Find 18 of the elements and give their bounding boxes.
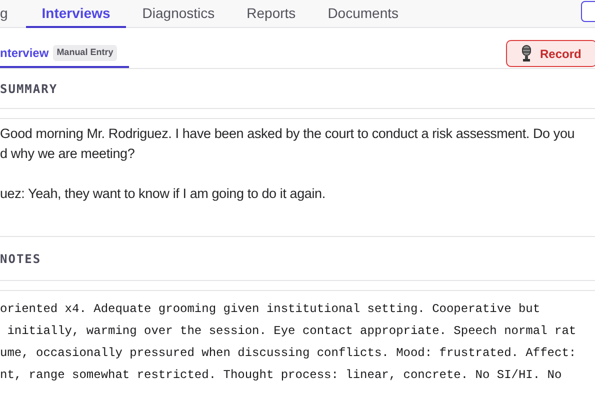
transcript-line: Good morning Mr. Rodriguez. I have been asked by the court to conduct a risk assessment. Do you (0, 125, 576, 143)
section-heading: SUMMARY (0, 80, 58, 98)
notes-line: initially, warming over the session. Eye contact appropriate. Speech normal rat (6, 323, 578, 340)
section-heading: NOTES (0, 250, 42, 268)
record-button[interactable]: Record (506, 40, 595, 67)
microphone-icon (521, 45, 532, 62)
badge: Manual Entry (52, 45, 118, 61)
tab[interactable]: Diagnostics (126, 0, 231, 28)
tab[interactable]: Documents (312, 0, 414, 28)
transcript-line: d why we are meeting? (0, 145, 136, 163)
tab[interactable]: Reports (230, 0, 312, 28)
tab[interactable]: nterview Manual Entry (0, 40, 130, 68)
transcript-line: uez: Yeah, they want to know if I am going to do it again. (0, 185, 326, 203)
tab[interactable]: g (0, 0, 26, 28)
notes-line: oriented x4. Adequate grooming given institutional setting. Cooperative but (0, 301, 542, 318)
tab[interactable]: Interviews (26, 0, 126, 28)
notes-line: nt, range somewhat restricted. Thought process: linear, concrete. No SI/HI. No (0, 367, 563, 384)
notes-line: ume, occasionally pressured when discussing conflicts. Mood: frustrated. Affect: (0, 345, 578, 362)
